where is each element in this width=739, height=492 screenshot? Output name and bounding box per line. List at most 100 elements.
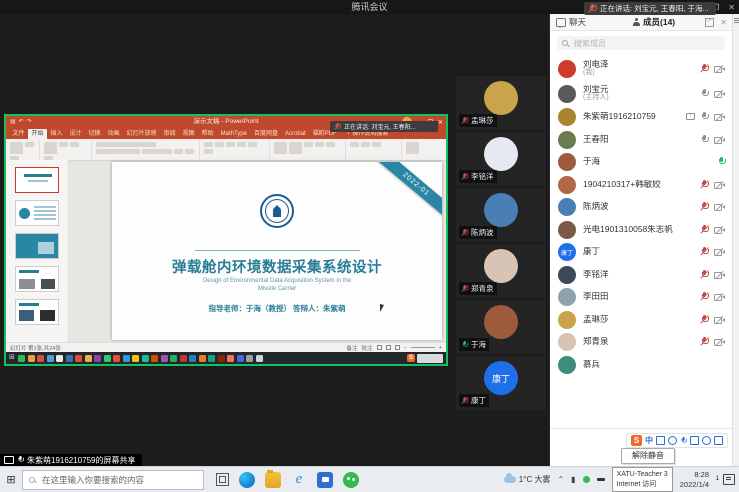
ppt-current-slide[interactable]: 2022-01 弹载舱内环境数据采集系统设计 Design of Environ… — [112, 162, 442, 340]
shared-taskbar-app-icon[interactable] — [199, 355, 206, 362]
shared-taskbar-app-icon[interactable] — [161, 355, 168, 362]
member-camera-off-icon[interactable] — [714, 113, 725, 121]
unmute-button[interactable]: 解除静音 — [621, 448, 675, 464]
member-mic-icon[interactable] — [701, 112, 708, 122]
ppt-ribbon-tab[interactable]: 切换 — [85, 129, 104, 139]
member-mic-icon[interactable] — [701, 135, 708, 145]
member-search[interactable] — [557, 36, 725, 50]
ppt-ribbon-tab[interactable]: 百度网盘 — [251, 129, 282, 139]
shared-taskbar-app-icon[interactable] — [218, 355, 225, 362]
member-row[interactable]: 光电1901310058朱志帆 — [550, 219, 733, 242]
ppt-ribbon-tab[interactable]: 视图 — [179, 129, 198, 139]
ime-keyboard-icon[interactable] — [690, 436, 699, 445]
slide-thumbnail[interactable] — [15, 233, 59, 259]
taskbar-search[interactable] — [22, 470, 204, 490]
weather-widget[interactable]: 1°C 大雾 — [504, 474, 551, 485]
shared-taskbar-app-icon[interactable] — [28, 355, 35, 362]
member-mic-icon[interactable] — [701, 315, 708, 325]
popout-panel-icon[interactable] — [705, 18, 714, 27]
zoom-slider[interactable] — [411, 347, 435, 348]
shared-taskbar-app-icon[interactable] — [47, 355, 54, 362]
slide-thumbnail[interactable] — [15, 167, 59, 193]
member-camera-off-icon[interactable] — [714, 226, 725, 234]
shared-taskbar-app-icon[interactable] — [85, 355, 92, 362]
ppt-ribbon-tab[interactable]: 设计 — [66, 129, 85, 139]
member-camera-off-icon[interactable] — [714, 271, 725, 279]
video-tile[interactable]: 康丁 康丁 — [456, 356, 546, 410]
member-row[interactable]: 于海 — [550, 151, 733, 174]
tray-dark-app-icon[interactable] — [597, 478, 605, 481]
normal-view-icon[interactable] — [377, 345, 382, 350]
start-button[interactable]: ⊞ — [0, 473, 22, 486]
member-mic-icon[interactable] — [701, 64, 708, 74]
sogou-ime-icon[interactable]: S — [631, 435, 642, 446]
ime-voice-icon[interactable] — [681, 437, 687, 445]
close-button[interactable]: ✕ — [728, 3, 735, 12]
member-row[interactable]: 王春阳 — [550, 129, 733, 152]
member-camera-off-icon[interactable] — [714, 65, 725, 73]
ppt-ribbon-tab[interactable]: Acrobat — [282, 129, 310, 139]
shared-taskbar-app-icon[interactable] — [66, 355, 73, 362]
ime-toolbar[interactable]: S 中 — [626, 433, 728, 448]
shared-taskbar-app-icon[interactable] — [18, 355, 25, 362]
member-mic-icon[interactable] — [701, 202, 708, 212]
close-panel-icon[interactable]: ✕ — [720, 18, 727, 27]
slide-thumbnail[interactable] — [15, 200, 59, 226]
ppt-ribbon-tab[interactable]: MathType — [217, 129, 250, 139]
member-mic-icon[interactable] — [701, 89, 708, 99]
shared-taskbar-app-icon[interactable] — [123, 355, 130, 362]
member-camera-off-icon[interactable] — [714, 181, 725, 189]
zoom-in-icon[interactable]: + — [439, 345, 442, 351]
member-row[interactable]: 郑青泉 — [550, 331, 733, 354]
member-row[interactable]: 刘电泽 (我) — [550, 56, 733, 81]
slide-thumbnail[interactable] — [15, 266, 59, 292]
member-camera-off-icon[interactable] — [714, 136, 725, 144]
member-camera-off-icon[interactable] — [714, 248, 725, 256]
member-mic-icon[interactable] — [718, 157, 725, 167]
shared-taskbar-app-icon[interactable] — [246, 355, 253, 362]
shared-taskbar-app-icon[interactable] — [94, 355, 101, 362]
tray-expand-icon[interactable]: ⌃ — [557, 475, 564, 484]
action-center-icon[interactable] — [723, 474, 735, 485]
shared-taskbar-app-icon[interactable] — [151, 355, 158, 362]
panel-menu-icon[interactable] — [734, 18, 739, 19]
shared-taskbar-app-icon[interactable] — [237, 355, 244, 362]
zoom-out-icon[interactable]: − — [404, 345, 407, 351]
ppt-ribbon-tab[interactable]: 审阅 — [160, 129, 179, 139]
shared-taskbar-app-icon[interactable] — [208, 355, 215, 362]
member-mic-icon[interactable] — [701, 270, 708, 280]
member-mic-icon[interactable] — [701, 225, 708, 235]
ribbon-group-slides[interactable] — [40, 139, 92, 160]
ribbon-group-clipboard[interactable] — [6, 139, 40, 160]
comments-toggle[interactable]: 批注 — [362, 344, 373, 352]
video-tile[interactable]: 孟琳莎 — [456, 76, 546, 130]
ime-mode-indicator[interactable]: 中 — [645, 435, 653, 446]
ppt-ribbon-tab[interactable]: 帮助 — [198, 129, 217, 139]
shared-taskbar-app-icon[interactable] — [132, 355, 139, 362]
shared-taskbar-app-icon[interactable] — [56, 355, 63, 362]
video-tile[interactable]: 李铭洋 — [456, 132, 546, 186]
internet-explorer-taskbar-icon[interactable]: e — [291, 472, 307, 488]
edge-taskbar-icon[interactable] — [239, 472, 255, 488]
shared-screen-region[interactable]: ▤↶↷ 演示文稿 - PowerPoint —❐✕ 文件开始插入设计切换动画幻灯… — [4, 114, 448, 366]
ppt-ribbon-tab[interactable]: 动画 — [104, 129, 123, 139]
member-row[interactable]: 康丁 康丁 — [550, 241, 733, 264]
member-camera-off-icon[interactable] — [714, 338, 725, 346]
tab-members[interactable]: 成员(14) — [626, 16, 681, 28]
member-search-input[interactable] — [572, 38, 716, 49]
shared-taskbar-app-icon[interactable] — [75, 355, 82, 362]
member-row[interactable]: 孟琳莎 — [550, 309, 733, 332]
task-view-button[interactable] — [216, 473, 229, 486]
member-row[interactable]: 陈炳波 — [550, 196, 733, 219]
shared-taskbar-app-icon[interactable] — [142, 355, 149, 362]
ppt-ribbon-tab[interactable]: 插入 — [47, 129, 66, 139]
shared-taskbar-app-icon[interactable] — [170, 355, 177, 362]
member-row[interactable]: 李铭洋 — [550, 264, 733, 287]
member-mic-icon[interactable] — [701, 180, 708, 190]
shared-taskbar-app-icon[interactable] — [37, 355, 44, 362]
member-row[interactable]: 朱紫萌1916210759 — [550, 106, 733, 129]
ribbon-group-paragraph[interactable] — [200, 139, 270, 160]
tray-green-app-icon[interactable] — [583, 476, 590, 483]
tab-chat[interactable]: 聊天 — [550, 16, 592, 28]
member-mic-icon[interactable] — [701, 337, 708, 347]
